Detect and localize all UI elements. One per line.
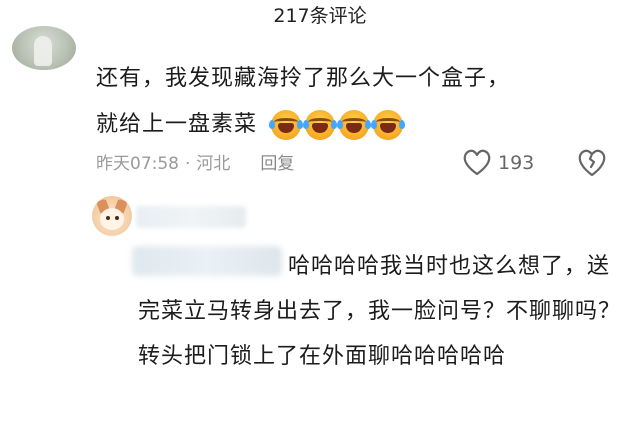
avatar[interactable] bbox=[12, 26, 76, 70]
comment-text-line: 就给上一盘素菜 bbox=[96, 112, 258, 137]
avatar[interactable] bbox=[92, 196, 132, 236]
comment-location: 河北 bbox=[196, 154, 231, 174]
comment-meta: 昨天07:58 · 河北 回复 bbox=[96, 150, 616, 178]
comment-text: 还有，我发现藏海拎了那么大一个盒子， 就给上一盘素菜 bbox=[96, 56, 616, 148]
heart-icon bbox=[463, 149, 491, 176]
reply-button[interactable]: 回复 bbox=[260, 150, 294, 178]
blurred-username bbox=[136, 206, 246, 228]
laughing-crying-face-icon bbox=[303, 110, 338, 140]
emoji-group bbox=[269, 110, 406, 140]
meta-separator: · bbox=[185, 154, 191, 174]
comment-time: 昨天07:58 bbox=[96, 154, 179, 174]
laughing-crying-face-icon bbox=[337, 110, 372, 140]
comment-text-line: 还有，我发现藏海拎了那么大一个盒子， bbox=[96, 66, 511, 91]
like-button[interactable]: 193 bbox=[462, 147, 534, 179]
laughing-crying-face-icon bbox=[371, 110, 406, 140]
comment-count-title: 217条评论 bbox=[273, 5, 367, 27]
like-count: 193 bbox=[498, 152, 535, 174]
reply-text: 哈哈哈哈我当时也这么想了，送完菜立马转身出去了，我一脸问号？不聊聊吗？转头把门锁… bbox=[138, 254, 622, 369]
reply-comment-text: 哈哈哈哈我当时也这么想了，送完菜立马转身出去了，我一脸问号？不聊聊吗？转头把门锁… bbox=[138, 244, 624, 379]
laughing-crying-face-icon bbox=[269, 110, 304, 140]
broken-heart-icon bbox=[578, 149, 606, 177]
dislike-button[interactable] bbox=[576, 148, 608, 182]
